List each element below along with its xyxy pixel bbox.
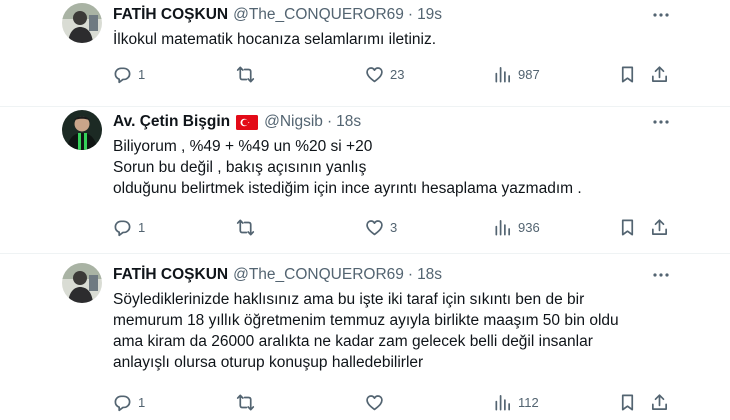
views-button[interactable]: 936 <box>493 217 540 237</box>
separator-dot: · <box>326 113 333 130</box>
more-button[interactable] <box>652 5 670 25</box>
repost-icon <box>236 394 255 410</box>
avatar-photo <box>62 3 102 43</box>
tweet-header: FATİH COŞKUN @The_CONQUEROR69 · 19s <box>113 5 442 25</box>
tweet-text-line: memurum 18 yıllık öğretmenim temmuz ayıy… <box>113 312 619 329</box>
repost-icon <box>236 219 255 235</box>
tweet-1[interactable]: FATİH COŞKUN @The_CONQUEROR69 · 19s İlko… <box>0 0 730 108</box>
tweet-text: Biliyorum , %49 + %49 un %20 si +20 Soru… <box>113 136 673 199</box>
share-icon <box>651 393 668 410</box>
reply-button[interactable]: 1 <box>113 392 145 412</box>
tweet-text-line: ama kiram da 26000 aralıkta ne kadar zam… <box>113 333 593 350</box>
views-button[interactable]: 112 <box>493 392 539 412</box>
more-icon <box>653 120 669 124</box>
timestamp[interactable]: 18s <box>336 112 361 132</box>
bookmark-icon <box>621 66 634 82</box>
avatar[interactable] <box>62 263 102 303</box>
repost-button[interactable] <box>236 217 261 237</box>
avatar-photo <box>62 110 102 150</box>
author-name[interactable]: Av. Çetin Bişgin <box>113 112 230 132</box>
reply-button[interactable]: 1 <box>113 217 145 237</box>
heart-icon <box>366 66 383 82</box>
separator-dot: · <box>407 266 414 283</box>
tweet-text-line: Biliyorum , %49 + %49 un %20 si +20 <box>113 138 373 155</box>
reply-count: 1 <box>138 66 146 82</box>
share-button[interactable] <box>650 64 669 84</box>
reply-button[interactable]: 1 <box>113 64 145 84</box>
tweet-text-line: anlayışlı olursa oturup konuşup halledeb… <box>113 354 424 371</box>
tweet-text: İlkokul matematik hocanıza selamlarımı i… <box>113 29 673 50</box>
avatar-photo <box>62 263 102 303</box>
timestamp[interactable]: 18s <box>417 265 442 285</box>
share-button[interactable] <box>650 217 669 237</box>
divider <box>0 253 730 254</box>
avatar[interactable] <box>62 3 102 43</box>
share-icon <box>651 65 668 82</box>
reply-icon <box>114 219 131 236</box>
views-count: 987 <box>518 66 540 82</box>
share-button[interactable] <box>650 392 669 412</box>
author-handle[interactable]: @The_CONQUEROR69 <box>233 5 404 25</box>
reply-count: 1 <box>138 219 146 235</box>
views-icon <box>495 66 511 82</box>
separator-dot: · <box>407 6 414 23</box>
tweet-header: FATİH COŞKUN @The_CONQUEROR69 · 18s <box>113 265 442 285</box>
avatar[interactable] <box>62 110 102 150</box>
repost-button[interactable] <box>236 64 261 84</box>
reply-count: 1 <box>138 394 146 410</box>
turkey-flag-icon <box>236 114 259 130</box>
tweet-text: Söylediklerinizde haklısınız ama bu işte… <box>113 289 673 373</box>
more-icon <box>653 273 669 277</box>
more-icon <box>653 13 669 17</box>
views-button[interactable]: 987 <box>493 64 540 84</box>
tweet-header: Av. Çetin Bişgin @Nigsib · 18s <box>113 112 361 132</box>
bookmark-button[interactable] <box>618 392 637 412</box>
repost-button[interactable] <box>236 392 261 412</box>
views-icon <box>495 219 511 235</box>
heart-icon <box>366 394 383 410</box>
views-count: 936 <box>518 219 540 235</box>
author-handle[interactable]: @The_CONQUEROR69 <box>233 265 404 285</box>
like-button[interactable] <box>365 392 390 412</box>
reply-icon <box>114 66 131 83</box>
bookmark-icon <box>621 394 634 410</box>
author-name[interactable]: FATİH COŞKUN <box>113 5 228 25</box>
tweet-text-line: Söylediklerinizde haklısınız ama bu işte… <box>113 291 585 308</box>
author-handle[interactable]: @Nigsib <box>264 112 323 132</box>
bookmark-button[interactable] <box>618 64 637 84</box>
heart-icon <box>366 219 383 235</box>
like-count: 23 <box>390 66 405 82</box>
tweet-2[interactable]: Av. Çetin Bişgin @Nigsib · 18s Biliyorum… <box>0 107 730 252</box>
bookmark-icon <box>621 219 634 235</box>
author-name[interactable]: FATİH COŞKUN <box>113 265 228 285</box>
like-button[interactable]: 3 <box>365 217 397 237</box>
views-icon <box>495 394 511 410</box>
repost-icon <box>236 66 255 82</box>
tweet-text-line: İlkokul matematik hocanıza selamlarımı i… <box>113 31 437 48</box>
views-count: 112 <box>518 394 539 410</box>
reply-icon <box>114 394 131 411</box>
tweet-text-line: olduğunu belirtmek istediğim için ince a… <box>113 180 582 197</box>
timestamp[interactable]: 19s <box>417 5 442 25</box>
more-button[interactable] <box>652 265 670 285</box>
tweet-text-line: Sorun bu değil , bakış açısının yanlış <box>113 159 367 176</box>
like-button[interactable]: 23 <box>365 64 404 84</box>
bookmark-button[interactable] <box>618 217 637 237</box>
like-count: 3 <box>390 219 398 235</box>
more-button[interactable] <box>652 112 670 132</box>
share-icon <box>651 218 668 235</box>
tweet-3[interactable]: FATİH COŞKUN @The_CONQUEROR69 · 18s Söyl… <box>0 260 730 420</box>
